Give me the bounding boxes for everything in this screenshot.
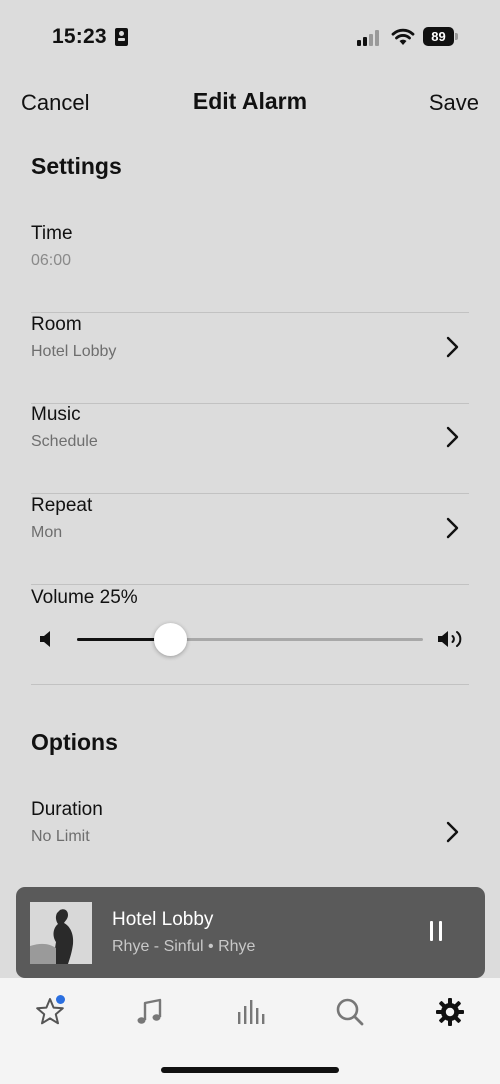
duration-label: Duration [31, 799, 103, 820]
page-title: Edit Alarm [192, 88, 308, 114]
nav-header: Cancel Edit Alarm Save [0, 78, 500, 128]
tab-music[interactable] [128, 990, 172, 1034]
music-value: Schedule [31, 433, 98, 450]
music-label: Music [31, 404, 81, 425]
chevron-right-icon [446, 517, 459, 539]
album-art[interactable] [30, 902, 92, 964]
room-value: Hotel Lobby [31, 343, 117, 360]
gear-icon [436, 998, 464, 1026]
settings-section-title: Settings [31, 153, 122, 179]
now-playing-subtitle: Rhye - Sinful • Rhye [112, 938, 256, 955]
now-playing-title: Hotel Lobby [112, 909, 214, 930]
search-icon [336, 998, 364, 1026]
time-label: Time [31, 223, 73, 244]
time-value: 06:00 [31, 252, 72, 269]
volume-label: Volume 25% [31, 587, 138, 608]
music-row[interactable]: Music Schedule [31, 404, 469, 494]
divider [31, 684, 469, 685]
room-label: Room [31, 314, 82, 335]
chevron-right-icon [446, 426, 459, 448]
cellular-signal-icon [357, 30, 383, 46]
repeat-value: Mon [31, 524, 63, 541]
rooms-bars-icon [238, 1000, 265, 1024]
music-note-icon [137, 998, 162, 1024]
volume-slider[interactable] [77, 623, 423, 656]
time-row[interactable]: Time 06:00 [31, 223, 469, 313]
chevron-right-icon [446, 821, 459, 843]
volume-low-icon[interactable] [39, 629, 57, 649]
now-playing-bar[interactable]: Hotel Lobby Rhye - Sinful • Rhye [16, 887, 485, 978]
repeat-label: Repeat [31, 495, 93, 516]
status-bar: 15:23 89 [0, 0, 500, 70]
battery-level: 89 [423, 27, 454, 46]
tab-search[interactable] [328, 990, 372, 1034]
id-badge-icon [115, 28, 128, 46]
home-indicator[interactable] [161, 1067, 339, 1073]
volume-slider-thumb[interactable] [154, 623, 187, 656]
save-button[interactable]: Save [429, 90, 479, 116]
room-row[interactable]: Room Hotel Lobby [31, 314, 469, 404]
status-time: 15:23 [52, 25, 107, 48]
repeat-row[interactable]: Repeat Mon [31, 495, 469, 585]
wifi-icon [391, 28, 415, 45]
volume-high-icon[interactable] [437, 628, 469, 650]
tab-rooms[interactable] [228, 990, 272, 1034]
battery-icon: 89 [423, 27, 459, 46]
chevron-right-icon [446, 336, 459, 358]
options-section-title: Options [31, 729, 118, 755]
tab-favorites[interactable] [28, 990, 72, 1034]
tab-settings[interactable] [428, 990, 472, 1034]
duration-row[interactable]: Duration No Limit [31, 799, 469, 889]
pause-button[interactable] [426, 921, 446, 943]
notification-badge [56, 995, 65, 1004]
duration-value: No Limit [31, 828, 90, 845]
